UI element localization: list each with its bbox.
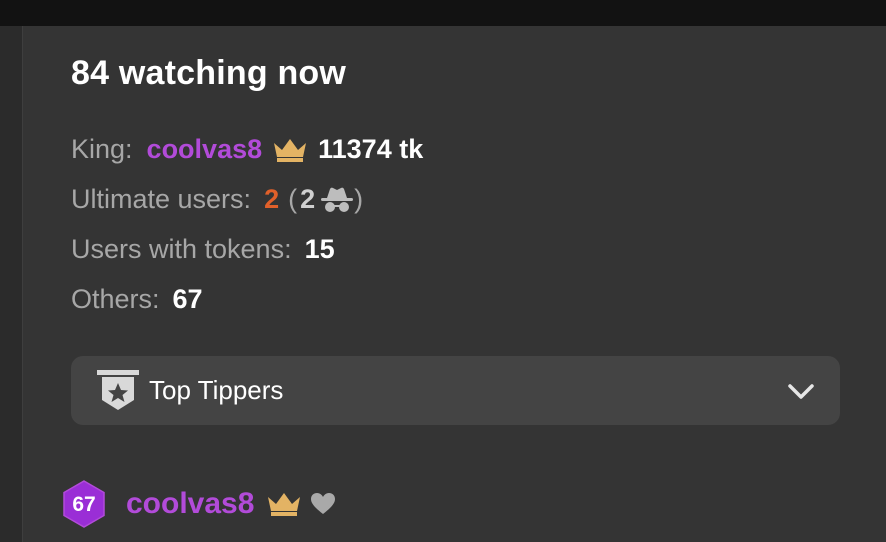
token-users-count: 15 xyxy=(304,234,335,264)
paren-open: ( xyxy=(288,184,298,214)
top-tippers-label: Top Tippers xyxy=(149,375,284,405)
token-users-row: Users with tokens: 15 xyxy=(71,234,335,265)
king-username-link[interactable]: coolvas8 xyxy=(147,134,263,165)
ultimate-users-label: Ultimate users: xyxy=(71,184,252,214)
heart-icon xyxy=(311,493,336,514)
top-tippers-dropdown[interactable]: Top Tippers xyxy=(71,356,840,425)
king-tokens: 11374 tk xyxy=(318,134,424,164)
crown-icon xyxy=(268,493,301,516)
token-users-label: Users with tokens: xyxy=(71,234,292,264)
paren-close: ) xyxy=(354,184,364,214)
watching-count-title: 84 watching now xyxy=(71,54,347,92)
ultimate-users-row: Ultimate users: 2 ( 2 ) xyxy=(71,184,363,215)
level-number: 67 xyxy=(72,493,96,516)
anonymous-users-count: 2 xyxy=(300,184,316,214)
star-badge-icon xyxy=(97,370,139,410)
user-list-item[interactable]: 67 coolvas8 xyxy=(62,480,336,528)
top-bar xyxy=(0,0,886,26)
left-gutter xyxy=(0,26,22,542)
king-label: King: xyxy=(71,134,133,164)
username-link[interactable]: coolvas8 xyxy=(126,487,254,521)
king-row: King: coolvas8 11374 tk xyxy=(71,134,423,165)
chevron-down-icon[interactable] xyxy=(786,376,816,406)
ultimate-users-count: 2 xyxy=(264,184,280,214)
level-badge: 67 xyxy=(62,480,106,528)
others-label: Others: xyxy=(71,284,160,314)
others-row: Others: 67 xyxy=(71,284,203,315)
incognito-icon xyxy=(321,187,354,212)
others-count: 67 xyxy=(172,284,203,314)
crown-icon xyxy=(274,138,307,162)
